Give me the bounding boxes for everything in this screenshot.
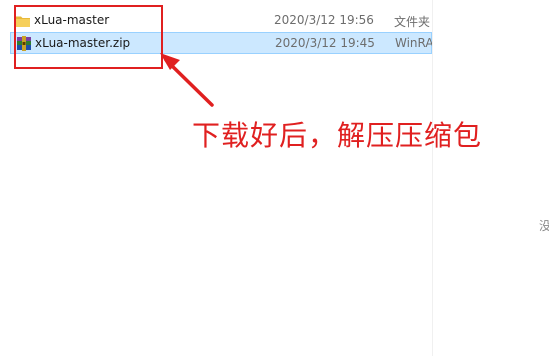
edge-text-fragment: 没 <box>539 219 549 233</box>
explorer-window: xLua-master 2020/3/12 19:56 文件夹 xLua-mas… <box>0 0 549 356</box>
annotation-arrow-icon <box>160 53 214 107</box>
annotation-instruction: 下载好后，解压压缩包 <box>192 119 483 152</box>
